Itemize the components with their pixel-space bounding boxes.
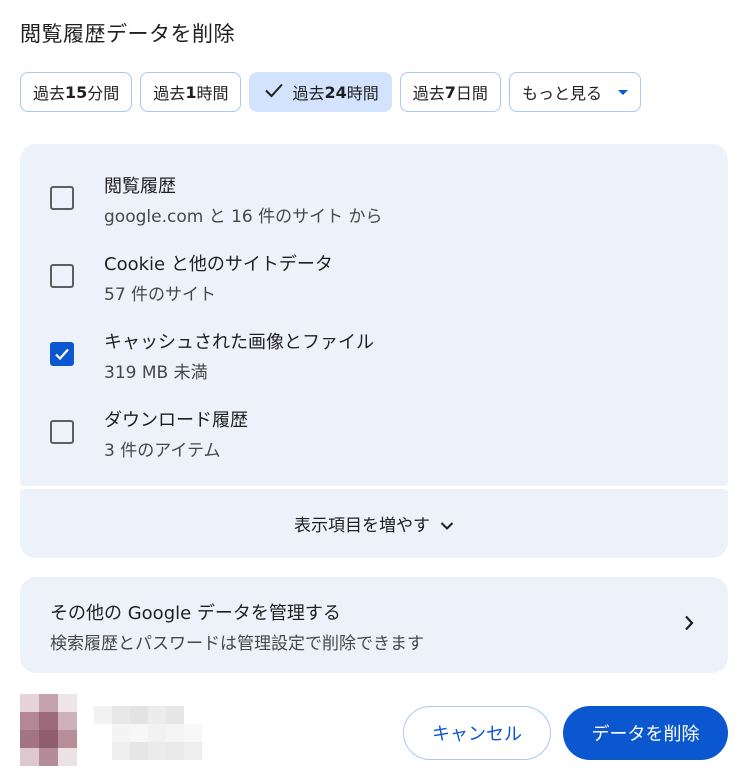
chip-prefix: 過去 [153,84,186,103]
option-subtitle: 57 件のサイト [104,285,217,305]
checkbox-cached-images[interactable] [50,342,74,366]
time-range-chips: 過去 15 分間 過去 1 時間 過去 24 時間 過去 7 日間 もっと見る [20,72,641,112]
chip-number: 1 [185,82,197,102]
chip-prefix: 過去 [412,84,445,103]
manage-google-data-link[interactable]: その他の Google データを管理する 検索履歴とパスワードは管理設定で削除で… [20,577,728,673]
manage-subtitle: 検索履歴とパスワードは管理設定で削除できます [50,634,424,654]
chip-number: 15 [65,82,88,102]
option-subtitle: 3 件のアイテム [104,441,221,461]
cancel-button[interactable]: キャンセル [403,706,551,760]
data-type-options: 閲覧履歴 google.com と 16 件のサイト から Cookie と他の… [20,144,728,486]
time-range-chip-15min[interactable]: 過去 15 分間 [20,72,133,112]
time-range-more-dropdown[interactable]: もっと見る [508,72,641,112]
chip-suffix: 分間 [87,84,120,103]
clear-browsing-data-dialog: 閲覧履歴データを削除 過去 15 分間 過去 1 時間 過去 24 時間 過去 … [0,0,743,784]
time-range-chip-7days[interactable]: 過去 7 日間 [399,72,501,112]
option-subtitle: 319 MB 未満 [104,363,208,383]
chip-suffix: 時間 [346,84,379,103]
option-cookies[interactable]: Cookie と他のサイトデータ 57 件のサイト [20,246,728,310]
checkbox-download-history[interactable] [50,420,74,444]
delete-data-button[interactable]: データを削除 [563,706,728,760]
option-title: Cookie と他のサイトデータ [104,254,333,275]
option-title: キャッシュされた画像とファイル [104,332,374,353]
option-browsing-history[interactable]: 閲覧履歴 google.com と 16 件のサイト から [20,168,728,232]
chip-prefix: 過去 [33,84,66,103]
dialog-title: 閲覧履歴データを削除 [20,22,235,46]
option-title: ダウンロード履歴 [104,410,248,431]
checkbox-cookies[interactable] [50,264,74,288]
option-title: 閲覧履歴 [104,176,176,197]
account-info [20,694,210,766]
chip-prefix: 過去 [292,84,325,103]
show-more-label: 表示項目を増やす [294,516,430,536]
option-cached-images[interactable]: キャッシュされた画像とファイル 319 MB 未満 [20,324,728,388]
chevron-down-icon [440,516,454,536]
option-subtitle: google.com と 16 件のサイト から [104,207,383,227]
checkmark-icon [55,348,69,361]
check-icon [264,82,286,102]
show-more-button[interactable]: 表示項目を増やす [20,489,728,558]
avatar [20,694,77,766]
more-dropdown-label: もっと見る [521,84,602,103]
option-download-history[interactable]: ダウンロード履歴 3 件のアイテム [20,402,728,466]
chip-suffix: 日間 [455,84,488,103]
manage-title: その他の Google データを管理する [50,603,341,624]
chip-suffix: 時間 [196,84,229,103]
account-email-redacted [94,706,202,760]
chevron-right-icon [684,615,694,635]
chip-number: 24 [324,82,347,102]
chip-number: 7 [444,82,456,102]
time-range-chip-1hour[interactable]: 過去 1 時間 [140,72,242,112]
checkbox-browsing-history[interactable] [50,186,74,210]
caret-down-icon [617,89,628,95]
time-range-chip-24hours[interactable]: 過去 24 時間 [249,72,392,112]
